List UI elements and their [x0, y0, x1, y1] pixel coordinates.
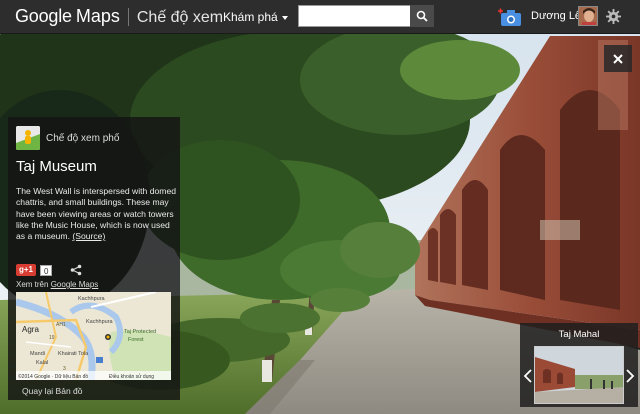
- close-button[interactable]: [604, 45, 632, 72]
- mini-map[interactable]: Kachhpura Agra Kachhpura Taj Protected F…: [16, 292, 171, 380]
- chevron-left-icon[interactable]: [523, 369, 533, 383]
- google-maps-link[interactable]: Google Maps: [51, 280, 99, 289]
- info-panel: Chế độ xem phố Taj Museum The West Wall …: [8, 117, 180, 400]
- top-bar: Google Maps Chế độ xem Khám phá Dương Lê: [0, 0, 640, 34]
- panel-mode-label: Chế độ xem phố: [46, 132, 120, 144]
- map-label-kachhpura: Kachhpura: [86, 319, 114, 325]
- camera-add-icon[interactable]: [498, 7, 522, 27]
- view-on-prefix: Xem trên: [16, 280, 49, 289]
- street-view-page: Google Maps Chế độ xem Khám phá Dương Lê: [0, 0, 640, 414]
- view-on-line: Xem trên Google Maps: [16, 280, 98, 289]
- nearby-place-thumbnail[interactable]: [534, 346, 624, 404]
- map-copyright: ©2014 Google · Dữ liệu Bản đồ: [18, 373, 88, 380]
- avatar[interactable]: [578, 6, 598, 26]
- gear-icon[interactable]: [606, 9, 621, 24]
- place-title: Taj Museum: [16, 158, 97, 175]
- map-label-ah1: AH1: [56, 322, 66, 328]
- map-label-kachhpura-top: Kachhpura: [78, 296, 106, 302]
- map-label-taj-forest-2: Forest: [128, 337, 144, 343]
- brand-maps: Maps: [75, 6, 120, 26]
- brand-mode-label: Chế độ xem: [136, 9, 224, 26]
- google-plus-one-button[interactable]: g+1: [16, 264, 37, 276]
- map-label-mandi: Mandi: [30, 351, 45, 357]
- source-link[interactable]: (Source): [72, 231, 105, 241]
- brand-divider: [127, 7, 129, 26]
- plus-one-count: 0: [40, 264, 53, 276]
- map-label-khairati: Khairati Tola: [58, 351, 89, 357]
- place-description: The West Wall is interspersed with domed…: [16, 186, 176, 242]
- chevron-down-icon: [281, 15, 288, 20]
- thumbnail-image: [535, 347, 623, 403]
- map-terms-link[interactable]: Điều khoản sử dụng: [109, 373, 154, 380]
- map-label-19: 19: [49, 335, 55, 341]
- brand-google: Google: [15, 6, 72, 26]
- social-row: g+1 0: [16, 264, 82, 276]
- search-icon: [416, 10, 428, 22]
- pegman-icon: [16, 126, 40, 150]
- explore-menu-button[interactable]: Khám phá: [223, 10, 288, 24]
- search-input[interactable]: [299, 6, 411, 26]
- search-button[interactable]: [410, 5, 434, 27]
- avatar-image: [579, 7, 597, 25]
- close-icon: [613, 53, 623, 64]
- back-to-map-link[interactable]: Quay lại Bản đồ: [22, 386, 82, 396]
- panel-header: Chế độ xem phố: [16, 126, 119, 150]
- nearby-place-card: Taj Mahal: [520, 323, 638, 407]
- chevron-right-icon[interactable]: [625, 369, 635, 383]
- nearby-place-title: Taj Mahal: [558, 329, 600, 340]
- explore-label: Khám phá: [223, 10, 278, 24]
- mini-map-graphic: Kachhpura Agra Kachhpura Taj Protected F…: [16, 292, 171, 380]
- share-icon[interactable]: [70, 264, 82, 276]
- map-label-agra: Agra: [22, 325, 39, 334]
- user-name[interactable]: Dương Lê: [531, 10, 581, 22]
- map-label-taj-forest-1: Taj Protected: [124, 329, 156, 335]
- brand-logo[interactable]: Google Maps Chế độ xem: [15, 6, 223, 27]
- map-label-kalal: Kalal: [36, 360, 48, 366]
